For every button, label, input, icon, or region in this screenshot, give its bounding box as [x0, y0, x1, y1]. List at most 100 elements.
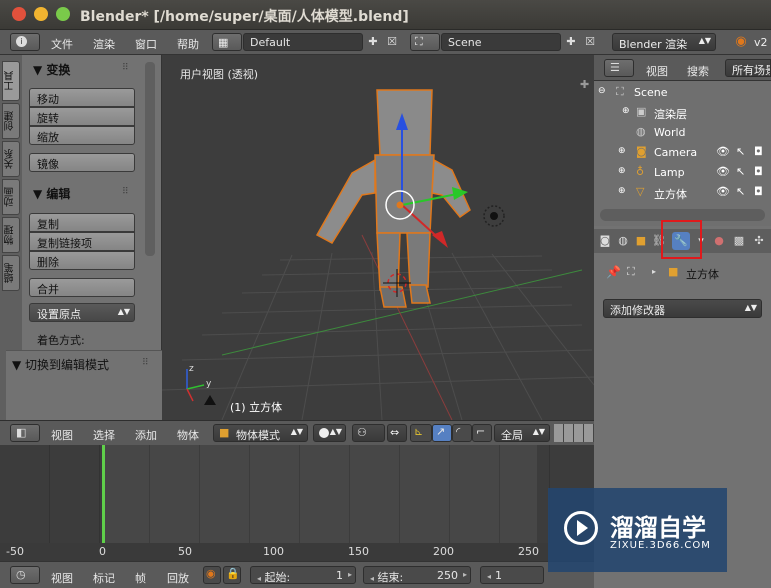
collapse-icon[interactable]: ⊖ — [598, 86, 606, 96]
manipulator-all-button[interactable]: ⊾ — [410, 424, 432, 442]
render-camera-icon[interactable]: ◘ — [754, 165, 763, 178]
current-frame-field[interactable]: ◂ 1 — [480, 566, 544, 584]
add-layout-icon[interactable]: ✚ — [366, 35, 380, 48]
end-frame-field[interactable]: ◂ 结束: 250 ▸ — [363, 566, 471, 584]
delete-button[interactable]: 删除 — [29, 251, 135, 270]
timeline-ruler[interactable]: -50 0 50 100 150 200 250 — [0, 543, 594, 561]
render-engine-select[interactable]: Blender 渲染 ▲▼ — [612, 33, 716, 51]
camera-object[interactable] — [204, 395, 216, 405]
outliner-panel[interactable]: ⊖ ⛶ Scene ⊕ ▣ 渲染层 ◍ World ⊕ ◙ Camera 👁 ↖… — [594, 81, 771, 226]
menu-select[interactable]: 选择 — [93, 427, 115, 443]
mirror-button[interactable]: 镜像 — [29, 153, 135, 172]
menu-view[interactable]: 视图 — [646, 63, 668, 79]
cursor-select-icon[interactable]: ↖ — [736, 145, 745, 158]
start-frame-field[interactable]: ◂ 起始: 1 ▸ — [250, 566, 356, 584]
editor-type-selector[interactable]: i — [10, 33, 40, 51]
manipulator-toggle[interactable]: ⇔ — [387, 424, 407, 442]
layout-name-field[interactable]: Default — [243, 33, 363, 51]
eye-icon[interactable]: 👁 — [716, 145, 730, 158]
menu-add[interactable]: 添加 — [135, 427, 157, 443]
interaction-mode-select[interactable]: ■ 物体模式 ▲▼ — [213, 424, 308, 442]
scene-tab-icon[interactable]: ◍ — [614, 232, 632, 250]
menu-view[interactable]: 视图 — [51, 427, 73, 443]
material-tab-icon[interactable]: ● — [710, 232, 728, 250]
menu-window[interactable]: 窗口 — [135, 36, 157, 52]
duplicate-linked-button[interactable]: 复制链接项 — [29, 232, 135, 251]
menu-marker[interactable]: 标记 — [93, 570, 115, 586]
tab-tools[interactable]: 工具 — [2, 61, 20, 101]
scale-button[interactable]: 缩放 — [29, 126, 135, 145]
cursor-select-icon[interactable]: ↖ — [736, 165, 745, 178]
pin-icon[interactable]: 📌 — [606, 265, 621, 279]
tab-animation[interactable]: 动画 — [2, 179, 20, 215]
maximize-window-button[interactable] — [56, 7, 70, 21]
cursor-select-icon[interactable]: ↖ — [736, 185, 745, 198]
remove-scene-icon[interactable]: ☒ — [583, 35, 597, 48]
pivot-point-select[interactable]: ⚇ — [352, 424, 385, 442]
drag-handle-icon[interactable]: ⠿ — [142, 358, 149, 368]
menu-object[interactable]: 物体 — [177, 427, 199, 443]
editor-type-selector[interactable]: ☰ — [604, 59, 634, 77]
expand-icon[interactable]: ⊕ — [622, 106, 630, 116]
remove-layout-icon[interactable]: ☒ — [385, 35, 399, 48]
close-window-button[interactable] — [12, 7, 26, 21]
particles-tab-icon[interactable]: ✣ — [750, 232, 768, 250]
menu-search[interactable]: 搜索 — [687, 63, 709, 79]
menu-frame[interactable]: 帧 — [135, 570, 146, 586]
render-camera-icon[interactable]: ◘ — [754, 145, 763, 158]
menu-help[interactable]: 帮助 — [177, 36, 199, 52]
transform-panel-header[interactable]: ▼ 变换 — [33, 61, 70, 78]
minimize-window-button[interactable] — [34, 7, 48, 21]
shading-mode-select[interactable]: ▲▼ — [313, 424, 346, 442]
move-button[interactable]: 移动 — [29, 88, 135, 107]
lock-button[interactable]: 🔒 — [223, 566, 241, 584]
screen-layout-selector[interactable]: ▦ — [212, 33, 242, 51]
edit-panel-header[interactable]: ▼ 编辑 — [33, 185, 70, 202]
menu-playback[interactable]: 回放 — [167, 570, 189, 586]
drag-handle-icon[interactable]: ⠿ — [122, 63, 129, 73]
transform-orientation-select[interactable]: 全局 ▲▼ — [494, 424, 550, 442]
plus-icon[interactable]: ✚ — [580, 78, 589, 91]
layer-buttons[interactable] — [554, 424, 594, 442]
tab-relations[interactable]: 关系 — [2, 141, 20, 177]
texture-tab-icon[interactable]: ▩ — [730, 232, 748, 250]
duplicate-button[interactable]: 复制 — [29, 213, 135, 232]
render-camera-icon[interactable]: ◘ — [754, 185, 763, 198]
menu-view[interactable]: 视图 — [51, 570, 73, 586]
eye-icon[interactable]: 👁 — [716, 185, 730, 198]
outliner-row-render-layers[interactable]: ⊕ ▣ 渲染层 — [594, 103, 771, 123]
outliner-row-lamp[interactable]: ⊕ ♁ Lamp 👁 ↖ ◘ — [594, 163, 771, 183]
tab-grease-pencil[interactable]: 蜡笔 — [2, 255, 20, 291]
display-mode-select[interactable]: 所有场景 — [725, 59, 771, 77]
outliner-row-camera[interactable]: ⊕ ◙ Camera 👁 ↖ ◘ — [594, 143, 771, 163]
outliner-row-cube[interactable]: ⊕ ▽ 立方体 👁 ↖ ◘ — [594, 183, 771, 203]
tab-physics[interactable]: 物理 — [2, 217, 20, 253]
rotate-button[interactable]: 旋转 — [29, 107, 135, 126]
object-tab-icon[interactable]: ■ — [632, 232, 650, 250]
editor-type-selector[interactable]: ◧ — [10, 424, 40, 442]
keying-button[interactable]: ◉ — [203, 566, 221, 584]
current-frame-line[interactable] — [102, 445, 105, 543]
outliner-row-world[interactable]: ◍ World — [594, 123, 771, 143]
scene-name-field[interactable]: Scene — [441, 33, 561, 51]
join-button[interactable]: 合并 — [29, 278, 135, 297]
rotate-manipulator-button[interactable]: ◜ — [452, 424, 472, 442]
scene-selector[interactable]: ⛶ — [410, 33, 440, 51]
eye-icon[interactable]: 👁 — [716, 165, 730, 178]
set-origin-select[interactable]: 设置原点 ▲▼ — [29, 303, 135, 322]
tab-create[interactable]: 创建 — [2, 103, 20, 139]
3d-viewport[interactable]: z y 用户视图 (透视) (1) 立方体 ✚ — [162, 55, 594, 420]
translate-manipulator-button[interactable]: ↗ — [432, 424, 452, 442]
add-modifier-select[interactable]: 添加修改器 ▲▼ — [603, 299, 762, 318]
menu-file[interactable]: 文件 — [51, 36, 73, 52]
expand-icon[interactable]: ⊕ — [618, 146, 626, 156]
editor-type-selector[interactable]: ◷ — [10, 566, 40, 584]
drag-handle-icon[interactable]: ⠿ — [122, 187, 129, 197]
outliner-row-scene[interactable]: ⊖ ⛶ Scene — [594, 83, 771, 103]
expand-icon[interactable]: ⊕ — [618, 186, 626, 196]
toggle-edit-mode-header[interactable]: ▼ 切换到编辑模式 — [12, 356, 109, 373]
render-tab-icon[interactable]: ◙ — [596, 232, 614, 250]
expand-icon[interactable]: ⊕ — [618, 166, 626, 176]
add-scene-icon[interactable]: ✚ — [564, 35, 578, 48]
tool-shelf-scrollbar[interactable] — [145, 62, 155, 256]
